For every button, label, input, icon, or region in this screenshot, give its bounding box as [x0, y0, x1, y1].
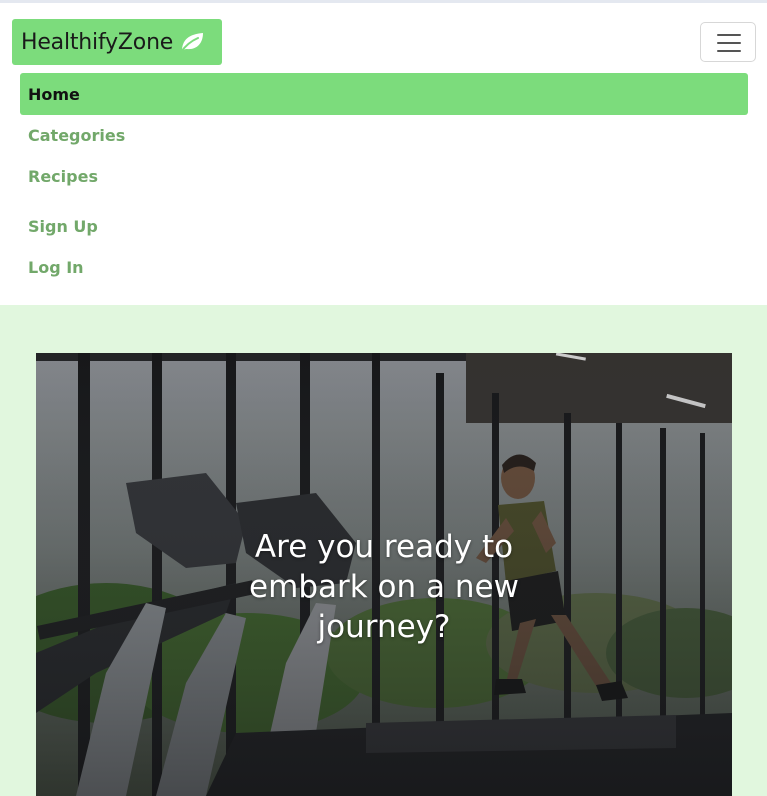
brand-logo-link[interactable]: HealthifyZone	[12, 19, 222, 65]
nav-item-recipes[interactable]: Recipes	[20, 155, 748, 197]
nav-item-log-in[interactable]: Log In	[20, 246, 748, 288]
brand-name: HealthifyZone	[21, 29, 174, 55]
hero-headline: Are you ready to embark on a new journey…	[249, 529, 519, 645]
nav-item-home[interactable]: Home	[20, 73, 748, 115]
nav-item-sign-up[interactable]: Sign Up	[20, 205, 748, 247]
navbar-toggle-button[interactable]	[700, 22, 756, 62]
hero-image: Are you ready to embark on a new journey…	[36, 353, 732, 796]
leaf-icon	[179, 31, 205, 53]
navbar: HealthifyZone Home Categories Recipes Si…	[0, 3, 767, 305]
nav-item-categories[interactable]: Categories	[20, 114, 748, 156]
